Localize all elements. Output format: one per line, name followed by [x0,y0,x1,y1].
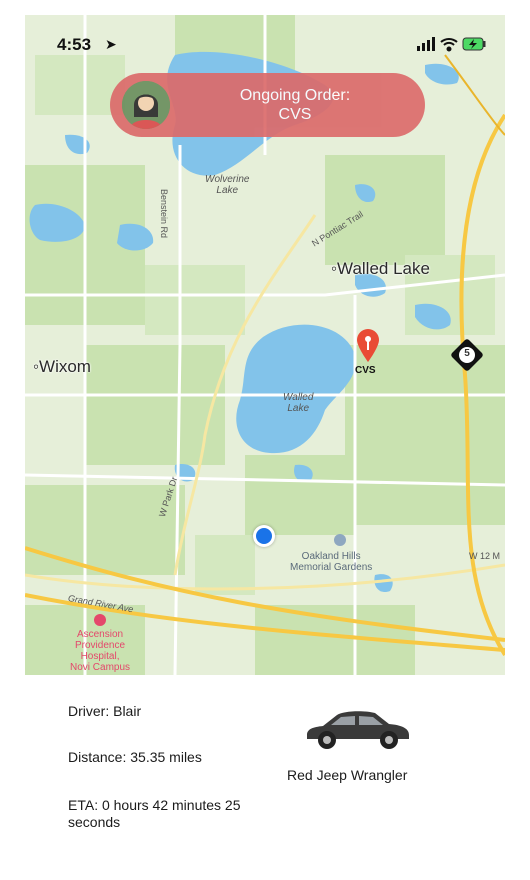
signal-icon [417,37,435,51]
eta-text: ETA: 0 hours 42 minutes 25 seconds [68,797,241,830]
driver-name: Driver: Blair [68,703,142,719]
app-screen: ◦Walled Lake ◦Wixom Walled Lake Wolverin… [25,15,505,880]
destination-pin-label: CVS [355,365,376,376]
status-time: 4:53 [57,35,92,54]
map-label-benstein-rd: Benstein Rd [159,189,169,239]
banner-line1: Ongoing Order: [239,87,351,104]
banner-text: Ongoing Order: CVS [185,86,405,124]
map-label-oakland-hills: Oakland Hills Memorial Gardens [290,551,373,573]
vehicle-label: Red Jeep Wrangler [287,767,408,783]
user-location-icon [253,525,275,547]
status-icons [417,36,487,52]
map-label-w12: W 12 M [469,551,501,561]
map-label-wolverine-lake: Wolverine Lake [205,174,250,196]
map-label-walled-lake: ◦Walled Lake [331,259,430,278]
map-label-hospital: Ascension Providence Hospital, Novi Camp… [70,629,131,673]
map-label-walled-lake-text: Walled Lake [337,259,430,278]
map-view[interactable]: ◦Walled Lake ◦Wixom Walled Lake Wolverin… [25,15,505,675]
highway-shield-number: 5 [464,348,470,359]
driver-info-panel: Driver: Blair Distance: 35.35 miles ETA:… [25,675,505,880]
map-label-walled-lake-water: Walled Lake [283,392,314,414]
car-icon [303,705,413,753]
ongoing-order-banner[interactable]: Ongoing Order: CVS [110,73,425,137]
wifi-icon [440,38,458,52]
status-bar: 4:53 ➤ [25,15,505,55]
map-label-wixom-text: Wixom [39,357,91,376]
map-label-wixom: ◦Wixom [33,357,91,376]
location-arrow-icon: ➤ [105,36,117,52]
battery-charging-icon [462,37,486,51]
avatar-icon [122,81,170,129]
banner-line2: CVS [278,106,312,123]
distance-text: Distance: 35.35 miles [68,749,202,765]
